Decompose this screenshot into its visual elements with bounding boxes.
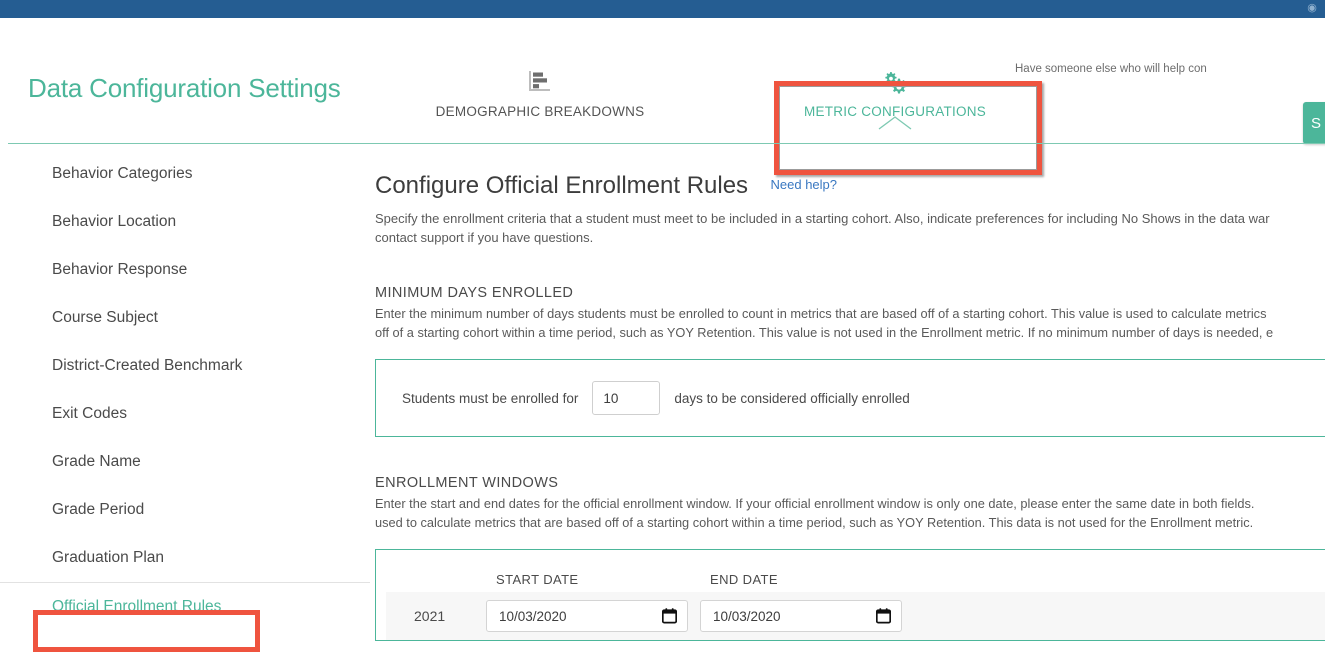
enrollment-windows-section-title: ENROLLMENT WINDOWS: [375, 475, 559, 491]
gears-icon: [765, 70, 1025, 100]
sidebar-item-graduation-plan[interactable]: Graduation Plan: [0, 534, 370, 582]
minimum-days-card: Students must be enrolled for days to be…: [375, 359, 1325, 437]
sidebar-item-behavior-categories[interactable]: Behavior Categories: [0, 150, 370, 198]
header-help-text: Have someone else who will help con: [1015, 63, 1207, 75]
minimum-days-input[interactable]: [592, 381, 661, 415]
header-divider: [8, 143, 1325, 144]
minimum-days-section-description: Enter the minimum number of days student…: [375, 304, 1325, 342]
sidebar-item-exit-codes[interactable]: Exit Codes: [0, 390, 370, 438]
data-configuration-settings-page: ◉ Data Configuration Settings DEMOGRAPHI…: [0, 0, 1325, 653]
enrollment-windows-section-description: Enter the start and end dates for the of…: [375, 494, 1325, 532]
calendar-icon[interactable]: [661, 608, 678, 624]
column-header-end-date: END DATE: [710, 571, 778, 587]
column-header-start-date: START DATE: [496, 571, 579, 587]
main-content: Configure Official Enrollment Rules Need…: [375, 150, 1325, 641]
minimum-days-section-title: MINIMUM DAYS ENROLLED: [375, 285, 574, 301]
minimum-days-desc-line2: off of a starting cohort within a time p…: [375, 325, 1274, 340]
minimum-days-desc-line1: Enter the minimum number of days student…: [375, 306, 1267, 321]
minimum-days-prefix-label: Students must be enrolled for: [402, 390, 579, 406]
tab-bar: DEMOGRAPHIC BREAKDOWNS METRIC CONFIGURAT…: [410, 70, 1050, 142]
content-intro-line2: contact support if you have questions.: [375, 230, 594, 245]
enrollment-windows-desc-line2: used to calculate metrics that are based…: [375, 515, 1254, 530]
sidebar-item-grade-name[interactable]: Grade Name: [0, 438, 370, 486]
sidebar-item-course-subject[interactable]: Course Subject: [0, 294, 370, 342]
minimum-days-row: Students must be enrolled for days to be…: [376, 380, 1325, 416]
end-date-value: 10/03/2020: [713, 608, 781, 624]
calendar-icon[interactable]: [875, 608, 892, 624]
enrollment-windows-header-row: START DATE END DATE: [376, 566, 1325, 592]
tab-demographic-breakdowns[interactable]: DEMOGRAPHIC BREAKDOWNS: [410, 70, 670, 119]
content-intro: Specify the enrollment criteria that a s…: [375, 209, 1325, 247]
top-navigation-bar: ◉: [0, 0, 1325, 18]
enrollment-windows-card: START DATE END DATE 2021 10/03/2020 10/0…: [375, 549, 1325, 641]
header-primary-button[interactable]: S: [1303, 102, 1325, 144]
end-date-input[interactable]: 10/03/2020: [700, 600, 902, 632]
sidebar-item-behavior-location[interactable]: Behavior Location: [0, 198, 370, 246]
sidebar-item-official-enrollment-rules[interactable]: Official Enrollment Rules: [0, 582, 370, 630]
tab-demographic-breakdowns-label: DEMOGRAPHIC BREAKDOWNS: [435, 104, 645, 119]
start-date-value: 10/03/2020: [499, 608, 567, 624]
content-title: Configure Official Enrollment Rules: [375, 172, 749, 199]
minimum-days-suffix-label: days to be considered officially enrolle…: [674, 390, 910, 406]
active-tab-chevron-icon: [878, 116, 912, 130]
user-circle-icon[interactable]: ◉: [1305, 1, 1319, 15]
settings-sidebar: Behavior Categories Behavior Location Be…: [0, 150, 370, 630]
enrollment-windows-desc-line1: Enter the start and end dates for the of…: [375, 496, 1255, 511]
enrollment-window-year: 2021: [414, 608, 446, 624]
tab-metric-configurations[interactable]: METRIC CONFIGURATIONS: [765, 70, 1025, 130]
sidebar-item-behavior-response[interactable]: Behavior Response: [0, 246, 370, 294]
content-intro-line1: Specify the enrollment criteria that a s…: [375, 211, 1270, 226]
page-header: Data Configuration Settings DEMOGRAPHIC …: [0, 18, 1325, 175]
start-date-input[interactable]: 10/03/2020: [486, 600, 688, 632]
need-help-link[interactable]: Need help?: [771, 177, 838, 192]
bar-chart-icon: [410, 70, 670, 100]
enrollment-window-row: 2021 10/03/2020 10/03/2020: [386, 592, 1325, 640]
sidebar-item-grade-period[interactable]: Grade Period: [0, 486, 370, 534]
sidebar-item-district-created-benchmark[interactable]: District-Created Benchmark: [0, 342, 370, 390]
page-title: Data Configuration Settings: [28, 73, 341, 103]
